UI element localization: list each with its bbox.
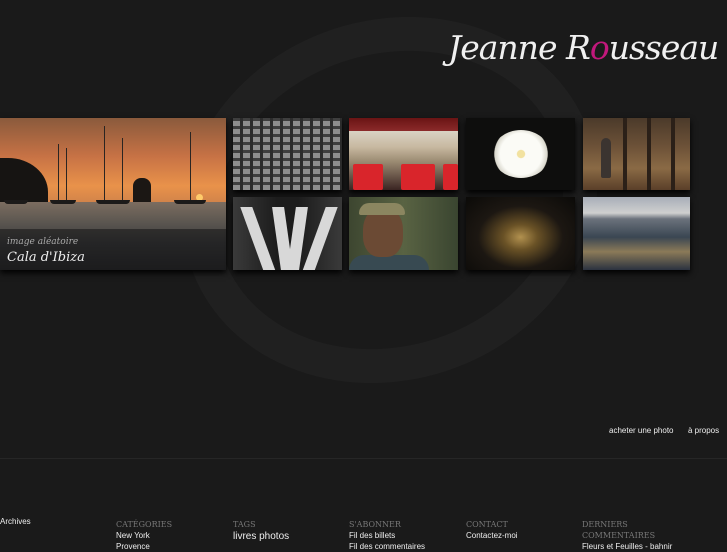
subscribe-title: S'abonner	[349, 520, 401, 529]
about-link[interactable]: à propos	[688, 426, 719, 435]
category-link-new-york[interactable]: New York	[116, 530, 196, 541]
archives-link[interactable]: Archives	[0, 517, 31, 526]
photo-thumbnail-porch[interactable]	[583, 118, 690, 190]
footer-latest-comments: Derniers commentaires Fleurs et Feuilles…	[582, 519, 672, 552]
footer-tags: Tags livres photos	[233, 519, 313, 543]
photo-thumbnail-flower[interactable]	[466, 118, 575, 190]
footer-categories: Catégories New York Provence	[116, 519, 196, 552]
photo-thumbnail-river[interactable]	[583, 197, 690, 270]
contact-title: Contact	[466, 520, 508, 529]
tag-link-livres-photos[interactable]: livres photos	[233, 530, 313, 543]
posts-feed-link[interactable]: Fil des billets	[349, 530, 429, 541]
site-logo[interactable]: Jeanne Rousseau	[448, 28, 719, 70]
contact-link[interactable]: Contactez-moi	[466, 530, 546, 541]
featured-title[interactable]: Cala d'Ibiza	[7, 250, 85, 265]
photo-thumbnail-light[interactable]	[466, 197, 575, 270]
category-link-provence[interactable]: Provence	[116, 541, 196, 552]
featured-label: image aléatoire	[7, 237, 79, 247]
latest-comment-link[interactable]: Fleurs et Feuilles - bahnir	[582, 541, 672, 552]
photo-thumbnail-building[interactable]	[233, 118, 342, 190]
photo-thumbnail-bottles[interactable]	[349, 118, 458, 190]
footer-contact: Contact Contactez-moi	[466, 519, 546, 541]
categories-title: Catégories	[116, 520, 173, 529]
footer-divider	[0, 458, 727, 459]
featured-photo[interactable]: image aléatoire Cala d'Ibiza	[0, 118, 226, 270]
comments-feed-link[interactable]: Fil des commentaires	[349, 541, 429, 552]
photo-thumbnail-escalator[interactable]	[233, 197, 342, 270]
latest-comments-title: Derniers commentaires	[582, 520, 656, 540]
buy-photo-link[interactable]: acheter une photo	[609, 426, 674, 435]
tags-title: Tags	[233, 520, 256, 529]
photo-thumbnail-portrait[interactable]	[349, 197, 458, 270]
footer-subscribe: S'abonner Fil des billets Fil des commen…	[349, 519, 429, 552]
